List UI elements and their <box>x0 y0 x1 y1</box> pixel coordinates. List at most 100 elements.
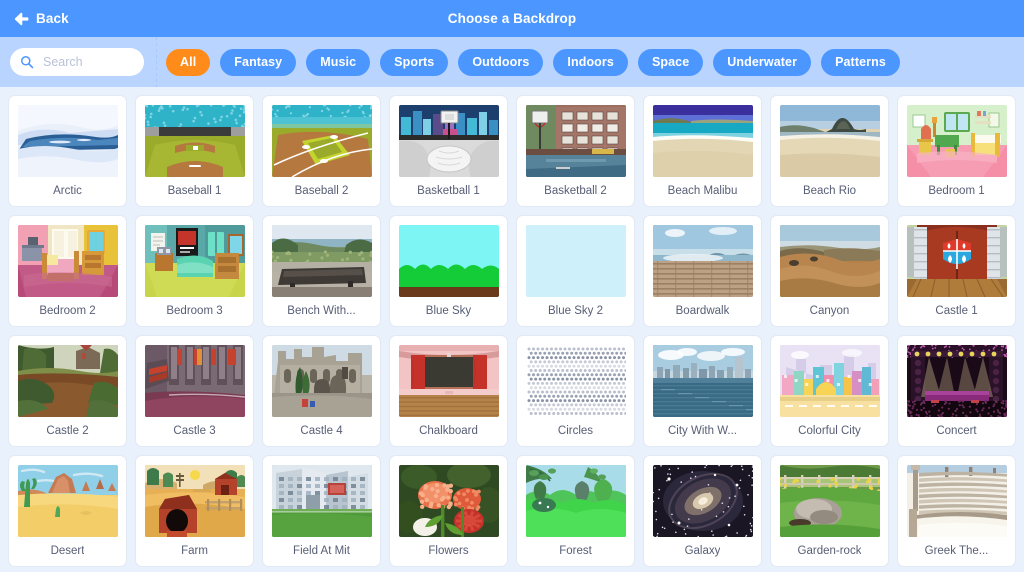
backdrop-thumbnail <box>779 465 880 537</box>
backdrop-thumbnail <box>17 465 118 537</box>
backdrop-card[interactable]: Beach Malibu <box>643 95 762 207</box>
backdrop-card[interactable]: Circles <box>516 335 635 447</box>
backdrop-card[interactable]: Blue Sky <box>389 215 508 327</box>
backdrop-thumbnail <box>779 225 880 297</box>
tag-outdoors[interactable]: Outdoors <box>458 48 544 76</box>
backdrop-card[interactable]: Castle 1 <box>897 215 1016 327</box>
back-button[interactable]: Back <box>0 0 83 37</box>
backdrop-thumbnail <box>398 105 499 177</box>
backdrop-label: Beach Rio <box>802 185 857 197</box>
tag-music[interactable]: Music <box>306 48 371 76</box>
backdrop-card[interactable]: Basketball 1 <box>389 95 508 207</box>
backdrop-card[interactable]: Castle 3 <box>135 335 254 447</box>
backdrop-card[interactable]: City With W... <box>643 335 762 447</box>
arrow-left-icon <box>14 12 29 25</box>
backdrop-label: Farm <box>181 545 208 557</box>
backdrop-card[interactable]: Galaxy <box>643 455 762 567</box>
backdrop-thumbnail <box>525 225 626 297</box>
backdrop-label: Bedroom 3 <box>166 305 223 317</box>
tag-indoors[interactable]: Indoors <box>553 48 628 76</box>
backdrop-label: Bedroom 1 <box>928 185 985 197</box>
backdrop-card[interactable]: Colorful City <box>770 335 889 447</box>
backdrop-label: Baseball 1 <box>167 185 222 197</box>
backdrop-label: Bedroom 2 <box>39 305 96 317</box>
backdrop-card[interactable]: Blue Sky 2 <box>516 215 635 327</box>
backdrop-card[interactable]: Canyon <box>770 215 889 327</box>
backdrop-card[interactable]: Flowers <box>389 455 508 567</box>
backdrop-label: Garden-rock <box>797 545 862 557</box>
backdrop-thumbnail <box>906 105 1007 177</box>
backdrop-label: Flowers <box>428 545 469 557</box>
backdrop-card[interactable]: Forest <box>516 455 635 567</box>
backdrop-thumbnail <box>652 465 753 537</box>
backdrop-thumbnail <box>779 345 880 417</box>
backdrop-card[interactable]: Boardwalk <box>643 215 762 327</box>
backdrop-label: Field At Mit <box>293 545 350 557</box>
backdrop-label: Castle 2 <box>46 425 89 437</box>
backdrop-label: Concert <box>936 425 977 437</box>
backdrop-grid-scroll-area[interactable]: Arctic Baseball 1 Baseball 2 Basketball … <box>0 87 1024 572</box>
backdrop-label: Colorful City <box>798 425 861 437</box>
backdrop-label: Basketball 2 <box>544 185 607 197</box>
backdrop-card[interactable]: Concert <box>897 335 1016 447</box>
backdrop-card[interactable]: Castle 4 <box>262 335 381 447</box>
backdrop-label: Beach Malibu <box>667 185 738 197</box>
tag-list: All Fantasy Music Sports Outdoors Indoors Spac… <box>166 48 900 76</box>
tag-space[interactable]: Space <box>637 48 704 76</box>
backdrop-label: Blue Sky <box>425 305 472 317</box>
back-button-label: Back <box>36 11 69 26</box>
backdrop-label: Castle 1 <box>935 305 978 317</box>
backdrop-card[interactable]: Garden-rock <box>770 455 889 567</box>
backdrop-label: Canyon <box>809 305 850 317</box>
backdrop-label: Baseball 2 <box>294 185 349 197</box>
backdrop-label: Boardwalk <box>675 305 730 317</box>
backdrop-label: Basketball 1 <box>417 185 480 197</box>
backdrop-thumbnail <box>271 225 372 297</box>
backdrop-card[interactable]: Bedroom 1 <box>897 95 1016 207</box>
tag-patterns[interactable]: Patterns <box>821 48 900 76</box>
backdrop-card[interactable]: Bedroom 2 <box>8 215 127 327</box>
backdrop-card[interactable]: Desert <box>8 455 127 567</box>
backdrop-label: Galaxy <box>684 545 721 557</box>
backdrop-thumbnail <box>652 345 753 417</box>
backdrop-card[interactable]: Chalkboard <box>389 335 508 447</box>
backdrop-card[interactable]: Farm <box>135 455 254 567</box>
backdrop-card[interactable]: Castle 2 <box>8 335 127 447</box>
backdrop-thumbnail <box>17 105 118 177</box>
backdrop-card[interactable]: Baseball 2 <box>262 95 381 207</box>
backdrop-thumbnail <box>525 465 626 537</box>
backdrop-card[interactable]: Arctic <box>8 95 127 207</box>
backdrop-label: City With W... <box>668 425 737 437</box>
backdrop-label: Arctic <box>53 185 82 197</box>
backdrop-thumbnail <box>144 105 245 177</box>
backdrop-label: Forest <box>559 545 592 557</box>
backdrop-card[interactable]: Bench With... <box>262 215 381 327</box>
backdrop-thumbnail <box>906 225 1007 297</box>
backdrop-thumbnail <box>652 105 753 177</box>
tag-all[interactable]: All <box>166 48 211 76</box>
backdrop-thumbnail <box>144 465 245 537</box>
backdrop-card[interactable]: Beach Rio <box>770 95 889 207</box>
backdrop-thumbnail <box>271 345 372 417</box>
tag-fantasy[interactable]: Fantasy <box>220 48 297 76</box>
tag-sports[interactable]: Sports <box>380 48 449 76</box>
search-input[interactable] <box>43 55 138 69</box>
backdrop-card[interactable]: Bedroom 3 <box>135 215 254 327</box>
backdrop-card[interactable]: Baseball 1 <box>135 95 254 207</box>
backdrop-thumbnail <box>398 465 499 537</box>
backdrop-label: Castle 4 <box>300 425 343 437</box>
filter-divider <box>156 37 157 87</box>
tag-underwater[interactable]: Underwater <box>713 48 812 76</box>
backdrop-card[interactable]: Field At Mit <box>262 455 381 567</box>
backdrop-thumbnail <box>271 105 372 177</box>
backdrop-label: Chalkboard <box>419 425 478 437</box>
backdrop-label: Desert <box>50 545 85 557</box>
search-box[interactable] <box>10 48 144 76</box>
backdrop-thumbnail <box>525 105 626 177</box>
backdrop-thumbnail <box>17 225 118 297</box>
search-icon <box>21 56 34 69</box>
backdrop-card[interactable]: Basketball 2 <box>516 95 635 207</box>
modal-header: Back Choose a Backdrop <box>0 0 1024 37</box>
backdrop-card[interactable]: Greek The... <box>897 455 1016 567</box>
backdrop-thumbnail <box>144 225 245 297</box>
